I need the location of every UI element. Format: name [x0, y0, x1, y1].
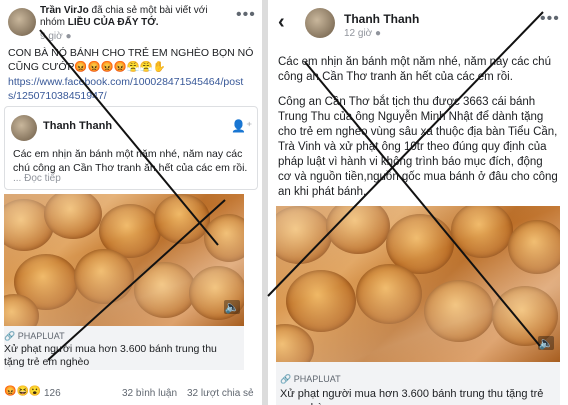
group-name[interactable]: LIỀU CỦA ĐẤY TỚ.: [68, 17, 159, 28]
link-icon: 🔗: [4, 331, 16, 341]
reaction-icons[interactable]: 😡😆😮: [4, 386, 41, 397]
link-card[interactable]: 🔗 PHAPLUAT Xử phạt người mua hơn 3.600 b…: [4, 326, 244, 370]
more-dots-icon[interactable]: •••: [236, 7, 256, 23]
author-name[interactable]: Trần VirJo: [40, 5, 89, 16]
see-more-link[interactable]: ... Đọc tiếp: [13, 173, 61, 184]
mute-icon[interactable]: 🔈: [538, 336, 554, 350]
shared-author-avatar[interactable]: [11, 115, 37, 141]
link-category: 🔗 PHAPLUAT: [280, 374, 341, 384]
shared-post-card[interactable]: Thanh Thanh 👤⁺ Các em nhịn ăn bánh một n…: [4, 106, 258, 190]
reactions-count[interactable]: 126: [44, 388, 61, 399]
shares-count[interactable]: 32 lượt chia sẻ: [187, 388, 254, 399]
author-name[interactable]: Thanh Thanh: [344, 12, 419, 26]
link-icon: 🔗: [280, 374, 292, 384]
post-time[interactable]: 9 giờ ●: [40, 31, 72, 42]
post-text: CON BÀ NÓ BÁNH CHO TRẺ EM NGHÈO BỌN NÓ C…: [8, 47, 254, 73]
link-category: 🔗 PHAPLUAT: [4, 331, 65, 341]
post-paragraph-2: Công an Cần Thơ bắt tịch thu được 3663 c…: [278, 96, 558, 198]
add-friend-icon[interactable]: 👤⁺: [231, 119, 252, 133]
mooncake-photo[interactable]: 🔈: [4, 194, 244, 326]
post-footer: 😡😆😮 126 32 bình luận 32 lượt chia sẻ: [4, 386, 258, 402]
left-post: Trần VirJo đã chia sẻ một bài viết với n…: [0, 0, 262, 405]
shared-author-name[interactable]: Thanh Thanh: [43, 120, 112, 132]
right-post: ‹ Thanh Thanh 12 giờ ● ••• Các em nhịn ă…: [268, 0, 568, 405]
post-header: Trần VirJo đã chia sẻ một bài viết với n…: [40, 5, 235, 29]
globe-icon: ●: [65, 31, 72, 42]
post-time[interactable]: 12 giờ ●: [344, 28, 381, 39]
comments-count[interactable]: 32 bình luận: [122, 388, 177, 399]
post-link[interactable]: https://www.facebook.com/100028471545464…: [8, 75, 246, 103]
link-card[interactable]: 🔗 PHAPLUAT Xử phạt người mua hơn 3.600 b…: [276, 362, 560, 405]
more-dots-icon[interactable]: •••: [540, 11, 560, 27]
back-chevron-icon[interactable]: ‹: [278, 12, 285, 32]
link-title[interactable]: Xử phạt người mua hơn 3.600 bánh trung t…: [4, 343, 240, 369]
author-avatar[interactable]: [8, 8, 36, 36]
mooncake-photo[interactable]: 🔈: [276, 206, 560, 362]
author-avatar[interactable]: [305, 8, 335, 38]
post-paragraph-1: Các em nhịn ăn bánh một năm nhé, năm nay…: [278, 56, 551, 83]
link-title[interactable]: Xử phạt người mua hơn 3.600 bánh trung t…: [280, 387, 556, 405]
mute-icon[interactable]: 🔈: [224, 300, 240, 314]
globe-icon: ●: [375, 28, 382, 39]
shared-post-text: Các em nhịn ăn bánh một năm nhé, năm nay…: [13, 148, 248, 174]
